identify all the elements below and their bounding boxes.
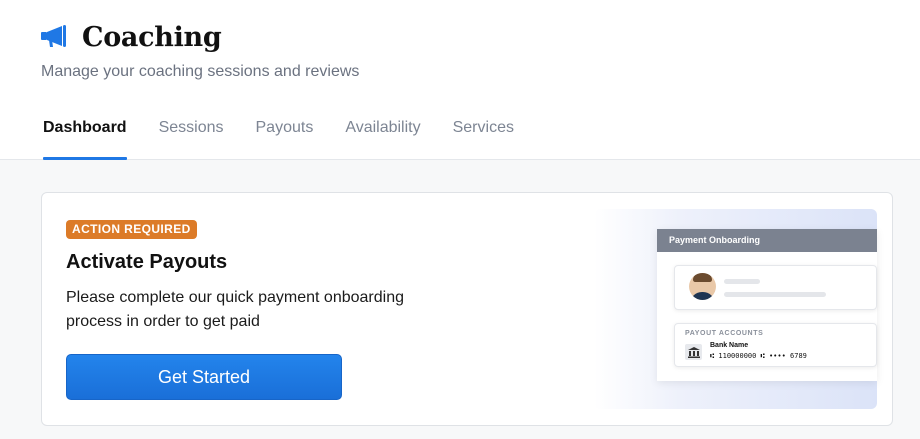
card-description: Please complete our quick payment onboar… [66, 289, 404, 330]
page-subtitle: Manage your coaching sessions and review… [41, 63, 360, 80]
bank-name: Bank Name [710, 342, 749, 349]
onboarding-mockup: Payment Onboarding PAYOUT ACCOUNTS Bank … [657, 229, 877, 381]
page-title: Coaching [82, 21, 222, 53]
title-row: Coaching [40, 20, 222, 54]
get-started-button[interactable]: Get Started [66, 354, 342, 400]
payment-onboarding-illustration: Payment Onboarding PAYOUT ACCOUNTS Bank … [594, 209, 877, 409]
page-header: Coaching Manage your coaching sessions a… [0, 0, 920, 160]
tab-sessions[interactable]: Sessions [159, 118, 224, 160]
tab-dashboard[interactable]: Dashboard [43, 118, 127, 160]
payout-accounts-label: PAYOUT ACCOUNTS [685, 330, 764, 337]
payout-accounts-card: PAYOUT ACCOUNTS Bank Name ⑆ 110000000 ⑆ … [674, 323, 877, 367]
profile-card [674, 265, 877, 310]
card-title: Activate Payouts [66, 251, 228, 273]
tab-services[interactable]: Services [453, 118, 514, 160]
bank-account-number: ⑆ 110000000 ⑆ •••• 6789 [710, 352, 807, 360]
mockup-header: Payment Onboarding [657, 229, 877, 252]
placeholder-line [724, 292, 826, 297]
placeholder-line [724, 279, 760, 284]
tab-bar: Dashboard Sessions Payouts Availability … [43, 118, 546, 160]
bank-icon [685, 344, 702, 360]
tab-payouts[interactable]: Payouts [256, 118, 314, 160]
action-required-badge: ACTION REQUIRED [66, 220, 197, 239]
megaphone-icon [40, 24, 68, 50]
tab-availability[interactable]: Availability [345, 118, 420, 160]
avatar [689, 273, 716, 300]
activate-payouts-card: ACTION REQUIRED Activate Payouts Please … [41, 192, 893, 426]
